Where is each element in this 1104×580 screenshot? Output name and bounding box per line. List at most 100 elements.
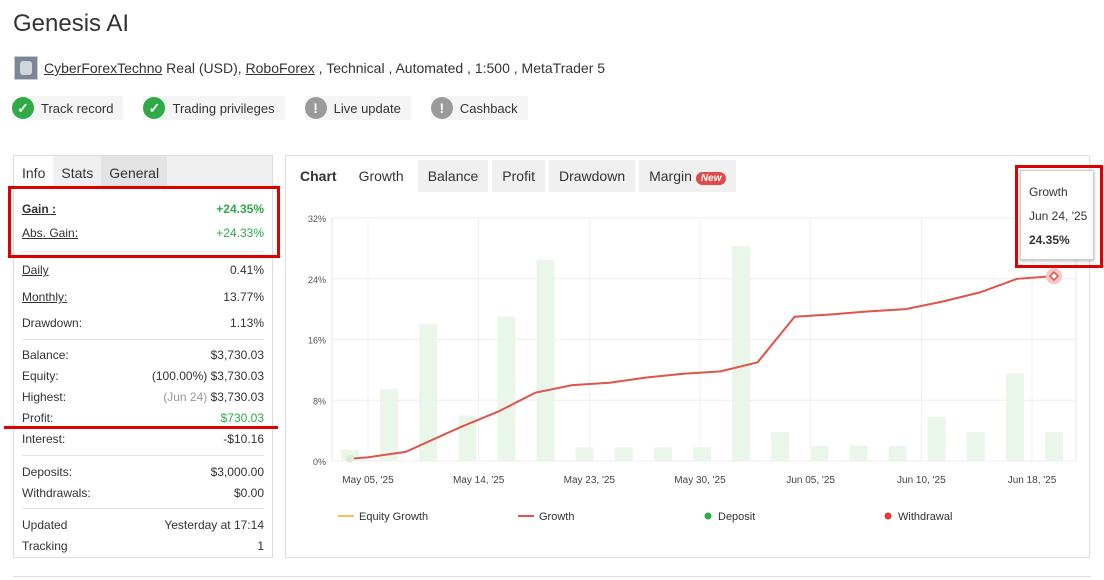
bar	[497, 316, 516, 461]
stats-tabs: Info Stats General	[14, 156, 272, 186]
tracking-value: 1	[257, 539, 264, 553]
x-tick-label: Jun 18, '25	[1008, 475, 1057, 486]
badges: ✓ Track record ✓ Trading privileges ! Li…	[12, 96, 528, 120]
balance-label: Balance:	[22, 348, 69, 362]
stat-daily: Daily 0.41%	[22, 263, 264, 277]
badge-label: Track record	[41, 100, 114, 116]
bar	[1045, 432, 1063, 461]
bar	[536, 259, 555, 461]
drawdown-label: Drawdown:	[22, 316, 83, 330]
legend-withdrawal: Withdrawal	[898, 511, 952, 523]
highest-date: (Jun 24)	[163, 390, 208, 404]
gain-highlight-box	[8, 186, 280, 258]
tab-info[interactable]: Info	[14, 156, 54, 186]
equity-label: Equity:	[22, 369, 59, 383]
tooltip-highlight-box	[1015, 165, 1103, 268]
legend-growth: Growth	[539, 511, 574, 523]
start-marker	[346, 454, 354, 463]
stat-profit: Profit: $730.03	[22, 411, 264, 425]
stat-deposits: Deposits: $3,000.00	[22, 465, 264, 479]
divider	[13, 576, 1091, 577]
divider	[22, 455, 264, 456]
daily-label[interactable]: Daily	[22, 263, 49, 277]
legend-deposit-swatch	[704, 512, 712, 520]
bar	[927, 416, 946, 461]
badge-live-update[interactable]: ! Live update	[304, 96, 411, 120]
y-tick-label: 24%	[308, 275, 326, 285]
stat-updated: Updated Yesterday at 17:14	[22, 518, 264, 532]
x-tick-label: May 23, '25	[564, 475, 616, 486]
growth-chart: 32% 24% 16% 8% 0% May 05, '25 May 14, '25 May …	[308, 214, 1077, 523]
profit-underline	[4, 426, 278, 429]
bar	[732, 246, 751, 461]
drawdown-value: 1.13%	[229, 316, 264, 330]
tab-general[interactable]: General	[101, 156, 168, 186]
badge-label: Cashback	[459, 100, 518, 116]
legend-withdrawal-swatch	[884, 512, 892, 520]
y-tick-label: 8%	[313, 396, 326, 406]
profit-label: Profit:	[22, 411, 54, 425]
stat-highest: Highest: (Jun 24) $3,730.03	[22, 390, 264, 404]
bar	[693, 447, 711, 461]
check-icon: ✓	[143, 97, 166, 119]
y-tick-label: 16%	[308, 336, 326, 346]
bar	[614, 447, 633, 461]
x-tick-label: Jun 05, '25	[786, 475, 835, 486]
bar	[575, 447, 594, 461]
growth-series-line	[349, 275, 1055, 460]
author-link[interactable]: CyberForexTechno	[44, 60, 162, 76]
monthly-value: 13.77%	[223, 290, 264, 304]
bar	[419, 324, 438, 461]
bar	[810, 445, 829, 461]
monthly-label[interactable]: Monthly:	[22, 290, 67, 304]
profit-value: $730.03	[220, 411, 264, 425]
updated-value: Yesterday at 17:14	[164, 518, 264, 532]
equity-percent: (100.00%)	[151, 369, 208, 383]
daily-value: 0.41%	[229, 263, 264, 277]
account-type: Real (USD),	[162, 60, 246, 76]
bar	[888, 445, 907, 461]
badge-trading-privileges[interactable]: ✓ Trading privileges	[143, 96, 285, 120]
stat-drawdown: Drawdown: 1.13%	[22, 316, 264, 330]
broker-link[interactable]: RoboForex	[246, 60, 315, 76]
withdrawals-label: Withdrawals:	[22, 486, 91, 500]
stat-withdrawals: Withdrawals: $0.00	[22, 486, 264, 500]
stat-interest: Interest: -$10.16	[22, 432, 264, 446]
bar	[771, 432, 790, 461]
tracking-label: Tracking	[22, 539, 68, 553]
stat-monthly: Monthly: 13.77%	[22, 290, 264, 304]
interest-value: -$10.16	[223, 432, 264, 446]
stat-balance: Balance: $3,730.03	[22, 348, 264, 362]
check-icon: ✓	[12, 97, 34, 119]
exclamation-icon: !	[430, 97, 453, 119]
divider	[22, 339, 264, 340]
y-tick-label: 0%	[313, 457, 326, 467]
deposits-value: $3,000.00	[210, 465, 264, 479]
y-tick-label: 32%	[308, 214, 326, 224]
bar	[849, 445, 868, 461]
chart-panel: Chart Growth Balance Profit Drawdown Mar…	[285, 155, 1090, 558]
tab-stats[interactable]: Stats	[53, 156, 101, 186]
avatar[interactable]	[14, 56, 38, 80]
stat-tracking: Tracking 1	[22, 539, 264, 553]
legend-deposit: Deposit	[718, 511, 755, 523]
interest-label: Interest:	[22, 432, 66, 446]
exclamation-icon: !	[304, 97, 327, 119]
badge-track-record[interactable]: ✓ Track record	[12, 96, 124, 120]
badge-cashback[interactable]: ! Cashback	[430, 96, 528, 120]
bar	[653, 447, 672, 461]
badge-label: Trading privileges	[172, 100, 275, 116]
bar	[966, 432, 985, 461]
highest-label: Highest:	[22, 390, 67, 404]
account-meta: CyberForexTechno Real (USD), RoboForex ,…	[14, 56, 605, 80]
bar	[380, 388, 399, 461]
page-title: Genesis AI	[13, 10, 130, 37]
account-details: , Technical , Automated , 1:500 , MetaTr…	[314, 60, 606, 76]
bar	[1005, 373, 1024, 461]
x-tick-label: May 14, '25	[453, 475, 505, 486]
equity-value: $3,730.03	[210, 369, 264, 383]
highest-value: $3,730.03	[210, 390, 264, 404]
stat-equity: Equity: (100.00%) $3,730.03	[22, 369, 264, 383]
deposits-label: Deposits:	[22, 465, 73, 479]
balance-value: $3,730.03	[210, 348, 264, 362]
